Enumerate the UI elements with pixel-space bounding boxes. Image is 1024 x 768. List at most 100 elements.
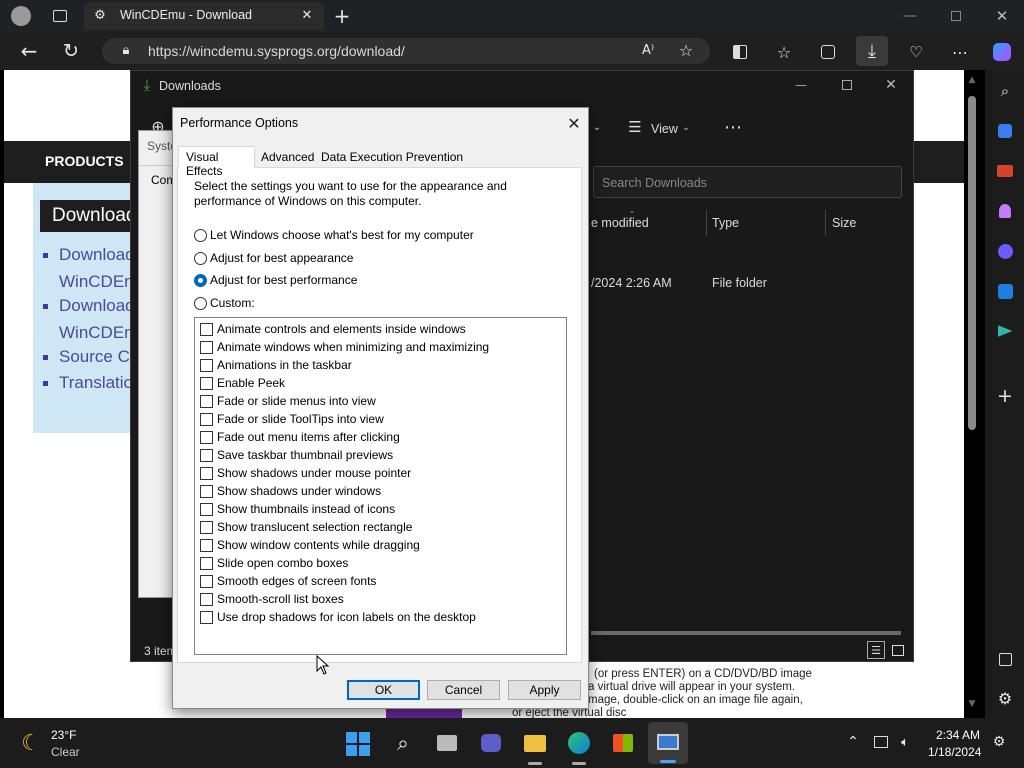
sidebar-outlook-icon[interactable] [994,280,1016,302]
effect-item[interactable]: Animate windows when minimizing and maxi… [200,340,560,356]
effect-item[interactable]: Smooth-scroll list boxes [200,592,560,608]
effect-checkbox[interactable] [200,449,213,462]
radio-button[interactable] [194,229,207,242]
dialog-close-icon[interactable]: ✕ [563,112,585,134]
effect-checkbox[interactable] [200,431,213,444]
copilot-icon[interactable] [990,40,1014,64]
sidebar-send-icon[interactable] [994,320,1016,342]
sidebar-shopping-icon[interactable] [994,120,1016,142]
effect-checkbox[interactable] [200,395,213,408]
explorer-close-icon[interactable]: ✕ [881,75,901,95]
link-download-1[interactable]: Download [59,245,135,265]
effect-checkbox[interactable] [200,341,213,354]
column-date-modified[interactable]: e modified [591,216,649,230]
effect-checkbox[interactable] [200,557,213,570]
row-date-modified[interactable]: /2024 2:26 AM [591,276,672,290]
sidebar-settings-icon[interactable]: ⚙ [994,687,1016,709]
sidebar-tools-icon[interactable] [994,160,1016,182]
more-menu-icon[interactable]: ⋯ [948,40,972,64]
visual-effects-list[interactable]: Animate controls and elements inside win… [194,317,567,655]
link-translations[interactable]: Translatio [59,373,133,393]
row-type[interactable]: File folder [712,276,767,290]
radio-best-performance[interactable]: Adjust for best performance [194,273,574,289]
split-screen-icon[interactable] [728,40,752,64]
favorites-icon[interactable]: ☆ [772,40,796,64]
link-source-code[interactable]: Source Co [59,347,139,367]
effect-item[interactable]: Show shadows under windows [200,484,560,500]
view-button[interactable]: View [651,122,678,136]
tiles-view-icon[interactable] [889,641,907,659]
cancel-button[interactable]: Cancel [427,680,500,700]
browser-essentials-icon[interactable]: ♡ [904,40,928,64]
effect-checkbox[interactable] [200,539,213,552]
explorer-hscroll[interactable] [591,631,901,635]
sidebar-office-icon[interactable] [994,240,1016,262]
weather-moon-icon[interactable]: ☾ [18,730,44,756]
ok-button[interactable]: OK [347,680,420,700]
nav-products[interactable]: PRODUCTS [45,153,124,169]
column-size[interactable]: Size [832,216,856,230]
effect-checkbox[interactable] [200,377,213,390]
effect-item[interactable]: Animations in the taskbar [200,358,560,374]
taskbar-search-icon[interactable]: ⌕ [390,730,416,756]
effect-item[interactable]: Use drop shadows for icon labels on the … [200,610,560,626]
tab-advanced[interactable]: Advanced [261,150,314,164]
effect-item[interactable]: Save taskbar thumbnail previews [200,448,560,464]
minimize-window-icon[interactable]: — [898,4,922,28]
page-scrollbar-thumb[interactable] [968,96,976,430]
tab-visual-effects[interactable]: Visual Effects [178,146,255,178]
explorer-minimize-icon[interactable]: — [791,75,811,95]
read-aloud-icon[interactable]: A⁾ [638,41,658,61]
favorite-star-icon[interactable]: ☆ [676,41,696,61]
restore-window-icon[interactable] [944,4,968,28]
effect-item[interactable]: Fade or slide menus into view [200,394,560,410]
network-icon[interactable] [872,732,890,752]
tab-data-execution-prevention[interactable]: Data Execution Prevention [321,150,463,164]
file-explorer-icon[interactable] [522,730,548,756]
column-type[interactable]: Type [712,216,739,230]
effect-item[interactable]: Animate controls and elements inside win… [200,322,560,338]
volume-muted-icon[interactable]: 🔈︎ [896,732,914,752]
effect-item[interactable]: Fade out menu items after clicking [200,430,560,446]
link-wincdemu-2[interactable]: WinCDEm [59,323,138,343]
back-arrow-icon[interactable]: ← [16,38,42,64]
details-view-icon[interactable]: ☰ [867,641,885,659]
effect-item[interactable]: Fade or slide ToolTips into view [200,412,560,428]
effect-item[interactable]: Show window contents while dragging [200,538,560,554]
weather-description[interactable]: Clear [51,745,80,759]
close-window-icon[interactable]: ✕ [990,4,1014,28]
effect-checkbox[interactable] [200,593,213,606]
sidebar-toggle-icon[interactable] [994,648,1016,670]
effect-item[interactable]: Show thumbnails instead of icons [200,502,560,518]
task-view-icon[interactable] [434,730,460,756]
show-hidden-icons-chevron-icon[interactable]: ⌃ [844,732,862,752]
scroll-down-icon[interactable]: ▼ [966,698,978,710]
effect-checkbox[interactable] [200,413,213,426]
effect-item[interactable]: Enable Peek [200,376,560,392]
effect-item[interactable]: Show translucent selection rectangle [200,520,560,536]
explorer-maximize-icon[interactable] [837,75,857,95]
effect-item[interactable]: Slide open combo boxes [200,556,560,572]
view-icon[interactable]: ☰ [625,118,645,136]
microsoft-store-icon[interactable] [610,730,636,756]
radio-custom[interactable]: Custom: [194,296,574,312]
sort-chevron-icon[interactable]: ⌄ [591,121,603,133]
clock-date[interactable]: 1/18/2024 [928,745,981,759]
tab-actions-icon[interactable] [48,4,72,28]
clock-time[interactable]: 2:34 AM [936,728,980,742]
sidebar-add-icon[interactable]: + [994,385,1016,407]
notifications-icon[interactable]: ⚙ [990,732,1008,752]
close-tab-icon[interactable]: ✕ [298,6,316,24]
browser-tab-active[interactable]: ⚙ WinCDEmu - Download ✕ [84,2,324,30]
downloads-icon[interactable]: ⤓ [856,36,888,66]
radio-button[interactable] [194,297,207,310]
refresh-icon[interactable]: ↻ [58,38,84,64]
effect-checkbox[interactable] [200,359,213,372]
effect-checkbox[interactable] [200,503,213,516]
start-windows-icon[interactable] [346,732,370,756]
link-wincdemu-1[interactable]: WinCDEm [59,272,138,292]
radio-button[interactable] [194,252,207,265]
effect-checkbox[interactable] [200,521,213,534]
scroll-up-icon[interactable]: ▲ [966,74,978,86]
collections-icon[interactable] [816,40,840,64]
